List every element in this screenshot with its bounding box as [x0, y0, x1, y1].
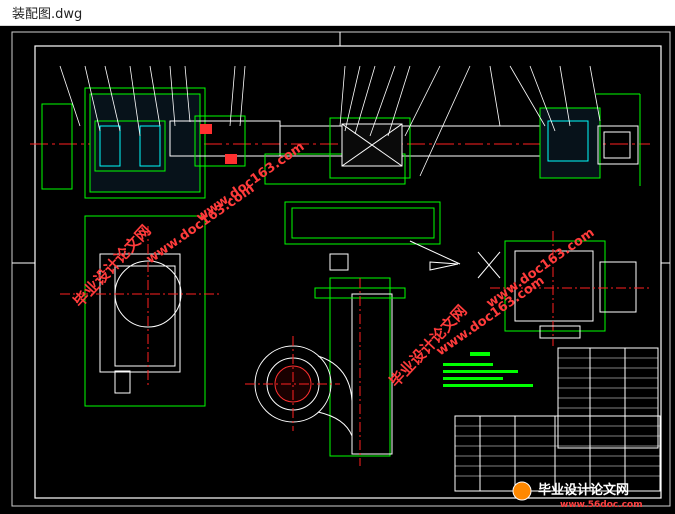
watermark-url-right2: www.doc163.com — [484, 225, 598, 311]
window-titlebar: 装配图.dwg — [0, 0, 675, 26]
support-column-view — [245, 277, 406, 466]
cad-drawing: 毕业设计论文网 www.doc163.com www.doc163.com 毕业… — [11, 31, 671, 510]
logo-url: www.56doc.com — [560, 500, 643, 510]
window-title: 装配图.dwg — [12, 7, 83, 22]
section-tube-view — [284, 201, 501, 279]
drawing-canvas[interactable]: 毕业设计论文网 www.doc163.com www.doc163.com 毕业… — [0, 26, 675, 510]
watermark-url-top: www.doc163.com — [194, 139, 308, 225]
technical-notes — [443, 352, 533, 387]
logo-name: 毕业设计论文网 — [538, 482, 629, 498]
shaft-assembly — [30, 65, 650, 199]
parts-list-table — [454, 347, 661, 492]
